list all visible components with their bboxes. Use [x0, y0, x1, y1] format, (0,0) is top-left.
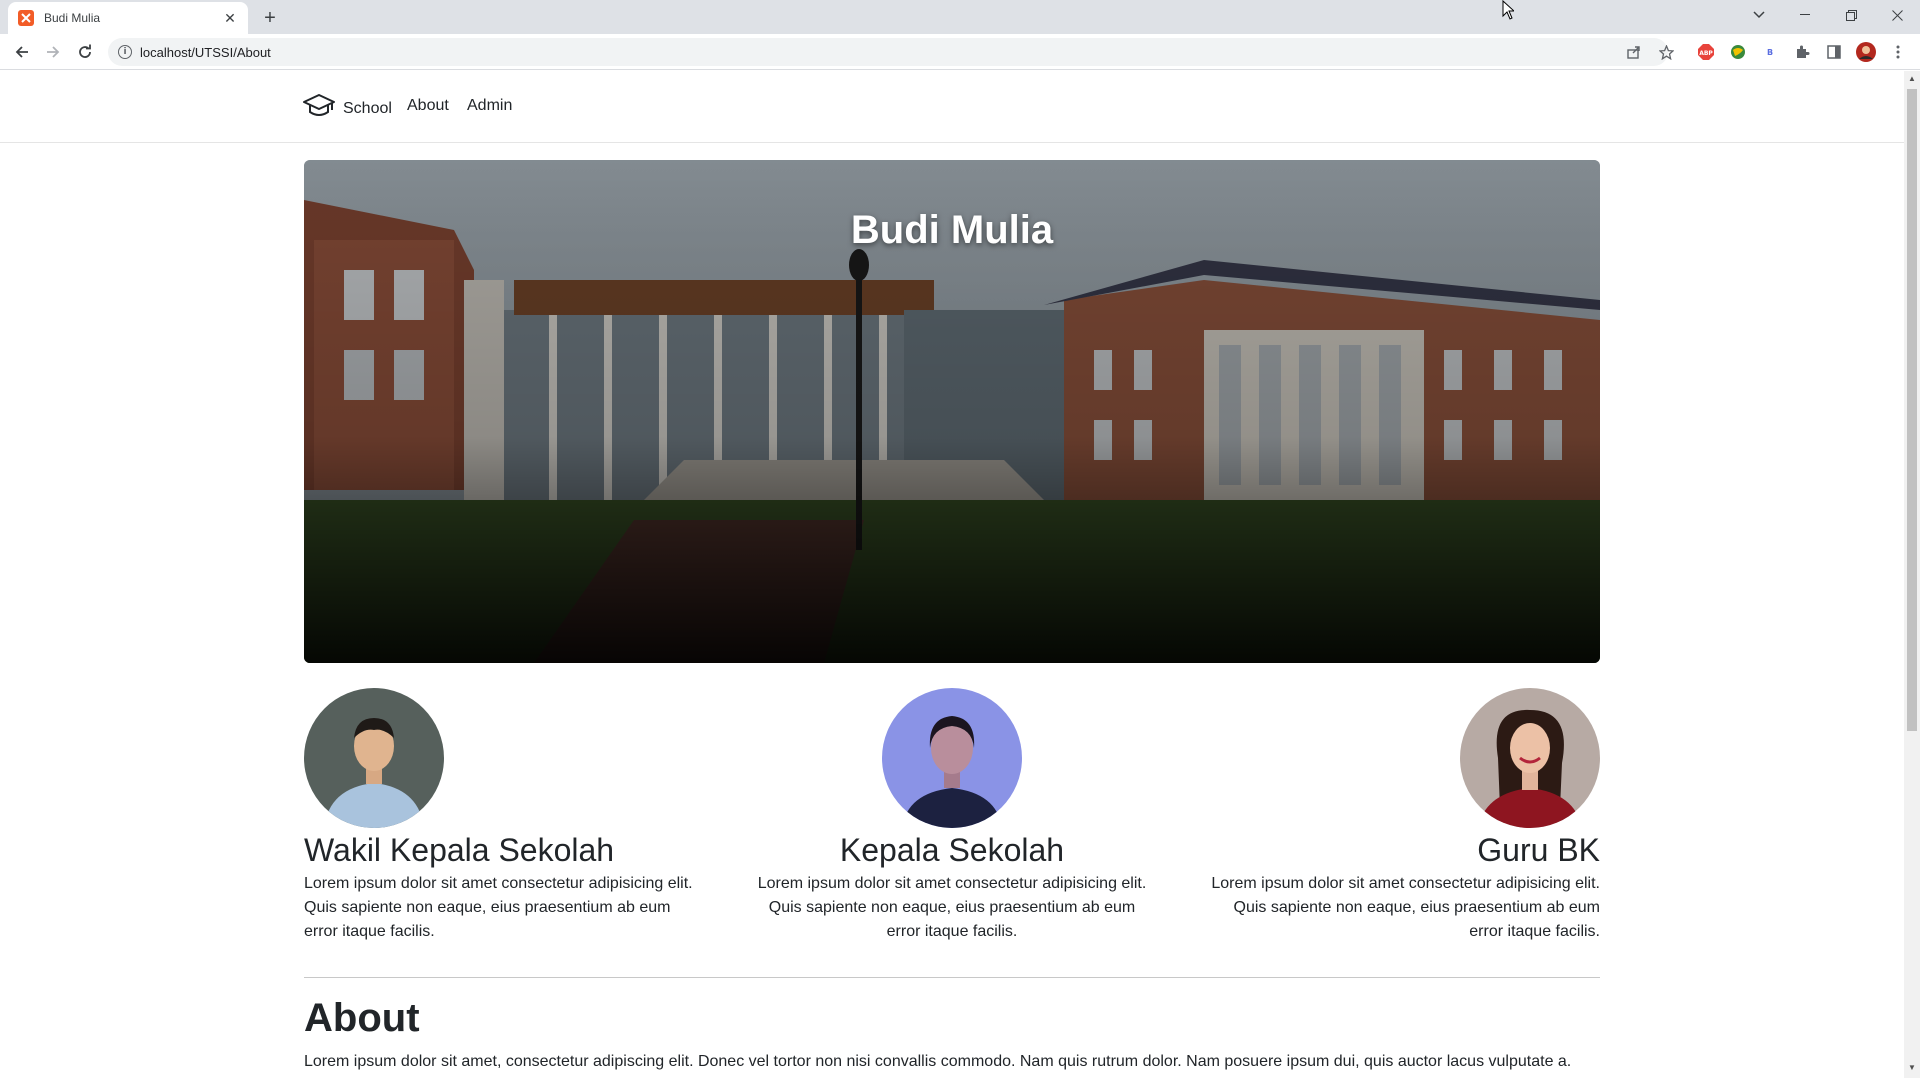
share-icon[interactable]: [1624, 42, 1644, 62]
restore-button[interactable]: [1828, 0, 1874, 30]
staff-desc-kepala: Lorem ipsum dolor sit amet consectetur a…: [757, 875, 1147, 940]
side-panel-icon[interactable]: [1824, 42, 1844, 62]
scrollbar-thumb[interactable]: [1907, 89, 1917, 731]
adblock-extension-icon[interactable]: ABP: [1696, 42, 1716, 62]
close-window-button[interactable]: [1874, 0, 1920, 30]
browser-toolbar: i localhost/UTSSI/About ABP B: [0, 34, 1920, 70]
site-navbar: School About Admin: [0, 71, 1904, 143]
nav-link-about[interactable]: About: [407, 97, 449, 115]
address-url: localhost/UTSSI/About: [140, 44, 271, 60]
forward-button[interactable]: [41, 40, 65, 64]
profile-avatar-icon[interactable]: [1856, 42, 1876, 62]
xampp-favicon-icon: [18, 10, 34, 26]
section-divider: [304, 977, 1600, 978]
avatar-wakil: [304, 688, 444, 828]
avatar-gurubk: [1460, 688, 1600, 828]
tab-close-icon[interactable]: ✕: [222, 10, 238, 26]
page-scrollbar[interactable]: ▲ ▼: [1904, 71, 1920, 1078]
address-bar[interactable]: i localhost/UTSSI/About: [108, 38, 1668, 66]
nav-link-admin[interactable]: Admin: [467, 97, 512, 115]
page-viewport: School About Admin Budi Mulia Wakil Kepa…: [0, 71, 1904, 1078]
avatar-kepala: [882, 688, 1022, 828]
browser-menu-icon[interactable]: [1888, 42, 1908, 62]
browser-tabstrip: Budi Mulia ✕ +: [0, 0, 1920, 34]
staff-card-wakil: Wakil Kepala Sekolah Lorem ipsum dolor s…: [304, 688, 704, 944]
staff-card-kepala: Kepala Sekolah Lorem ipsum dolor sit ame…: [752, 688, 1152, 944]
minimize-button[interactable]: [1782, 0, 1828, 30]
tab-search-icon[interactable]: [1736, 0, 1782, 30]
svg-text:B: B: [1767, 48, 1773, 57]
hero-banner: Budi Mulia: [304, 160, 1600, 663]
brand-link[interactable]: School: [303, 93, 392, 124]
about-heading: About: [304, 996, 420, 1040]
scroll-down-arrow-icon[interactable]: ▼: [1908, 1064, 1916, 1072]
staff-desc-wakil: Lorem ipsum dolor sit amet consectetur a…: [304, 875, 693, 940]
staff-role-gurubk: Guru BK: [1477, 832, 1600, 868]
extensions-puzzle-icon[interactable]: [1792, 42, 1812, 62]
hero-title: Budi Mulia: [850, 208, 1054, 252]
back-button[interactable]: [10, 40, 34, 64]
tab-title: Budi Mulia: [44, 11, 101, 25]
new-tab-button[interactable]: +: [258, 6, 282, 30]
site-info-icon[interactable]: i: [118, 45, 132, 59]
svg-text:ABP: ABP: [1699, 50, 1713, 57]
bookmark-star-icon[interactable]: [1656, 42, 1676, 62]
staff-role-wakil: Wakil Kepala Sekolah: [304, 832, 615, 868]
staff-role-kepala: Kepala Sekolah: [839, 832, 1065, 868]
reload-button[interactable]: [73, 40, 97, 64]
browser-tab[interactable]: Budi Mulia ✕: [8, 2, 248, 34]
graduation-cap-icon: [303, 93, 335, 124]
staff-desc-gurubk: Lorem ipsum dolor sit amet consectetur a…: [1211, 875, 1600, 940]
globe-extension-icon[interactable]: [1728, 42, 1748, 62]
mouse-cursor-icon: [1502, 0, 1516, 25]
scroll-up-arrow-icon[interactable]: ▲: [1908, 75, 1916, 83]
about-paragraph: Lorem ipsum dolor sit amet, consectetur …: [304, 1053, 1572, 1070]
staff-card-gurubk: Guru BK Lorem ipsum dolor sit amet conse…: [1200, 688, 1600, 944]
b-extension-icon[interactable]: B: [1760, 42, 1780, 62]
brand-label: School: [343, 99, 392, 117]
